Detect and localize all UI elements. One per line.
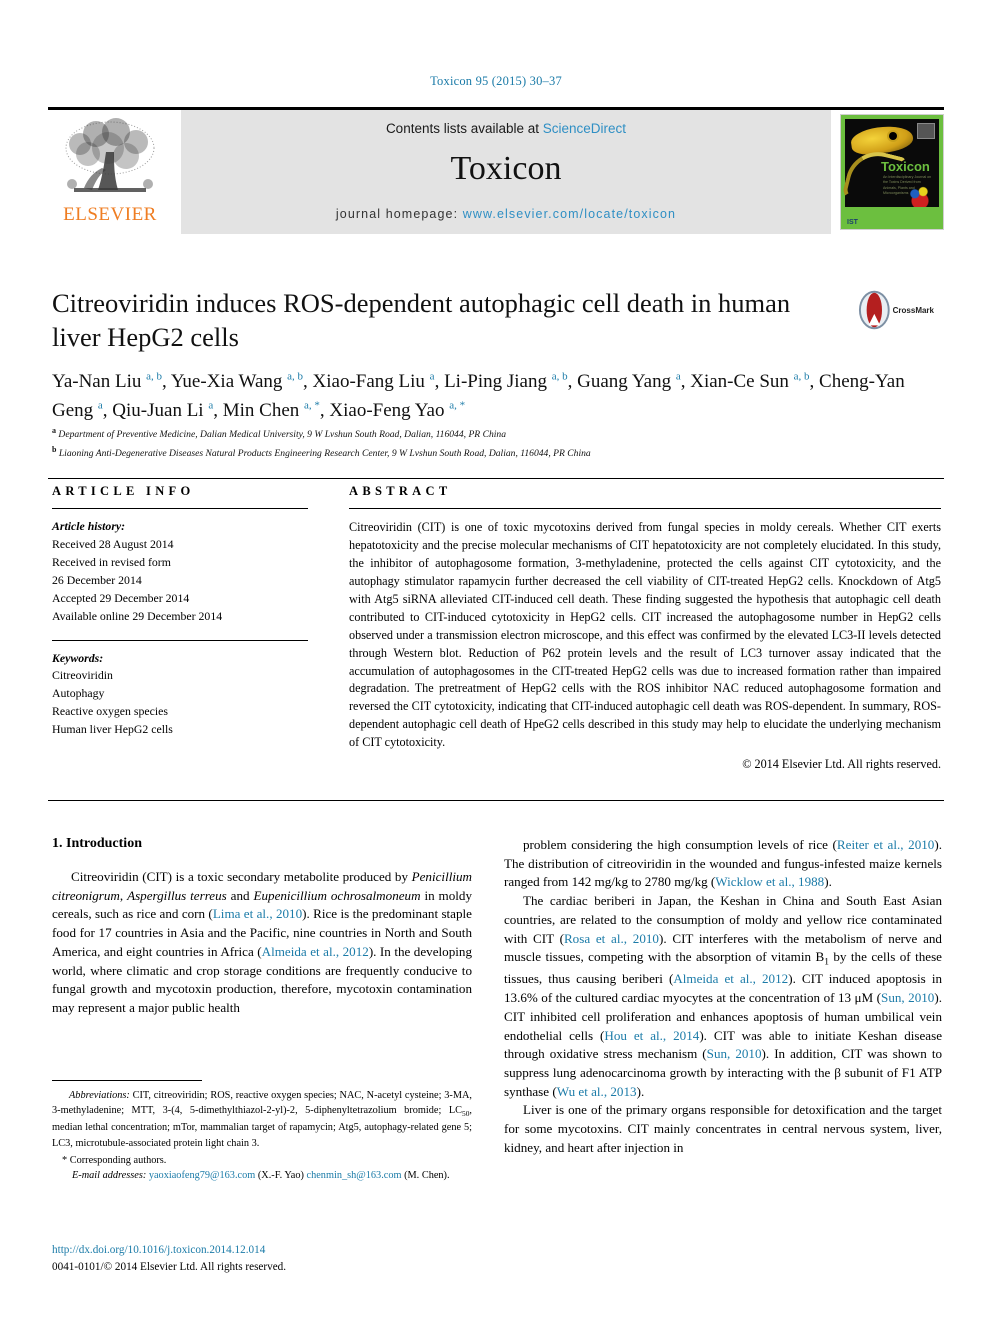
- journal-homepage-link[interactable]: www.elsevier.com/locate/toxicon: [463, 207, 676, 221]
- author-name: Ya-Nan Liu: [52, 371, 142, 392]
- corresponding-authors-note: * Corresponding authors.: [62, 1154, 167, 1166]
- history-line: Available online 29 December 2014: [52, 608, 223, 623]
- email-label: E-mail addresses:: [72, 1169, 147, 1181]
- abbreviations-note: Abbreviations: CIT, citreoviridin; ROS, …: [52, 1090, 472, 1149]
- body-section-rule: [48, 800, 944, 801]
- abstract-rule: [349, 508, 941, 509]
- history-line: Accepted 29 December 2014: [52, 590, 190, 605]
- cover-scorpion-icon: [907, 185, 933, 207]
- body-column-right: problem considering the high consumption…: [504, 836, 942, 1158]
- left-paragraphs: Citreoviridin (CIT) is a toxic secondary…: [52, 868, 472, 1018]
- body-paragraph: The cardiac beriberi in Japan, the Kesha…: [504, 893, 943, 1099]
- contents-prefix: Contents lists available at: [385, 121, 543, 136]
- email-addresses-note: E-mail addresses: yaoxiaofeng79@163.com …: [52, 1168, 472, 1183]
- info-section-rule: [48, 478, 944, 479]
- sciencedirect-link[interactable]: ScienceDirect: [543, 121, 626, 136]
- cover-footer: IST: [847, 219, 858, 226]
- running-head: Toxicon 95 (2015) 30–37: [430, 74, 562, 88]
- author-affiliation-mark: a, b: [287, 370, 304, 383]
- author-name: Min Chen: [222, 399, 300, 421]
- journal-title: Toxicon: [450, 150, 562, 187]
- abstract-copyright: © 2014 Elsevier Ltd. All rights reserved…: [742, 757, 941, 772]
- email-link[interactable]: chenmin_sh@163.com: [307, 1170, 402, 1181]
- doi-block: http://dx.doi.org/10.1016/j.toxicon.2014…: [52, 1242, 482, 1276]
- author-affiliation-mark: a, *: [449, 399, 466, 412]
- cover-badge-icon: [917, 123, 935, 139]
- doi-link[interactable]: http://dx.doi.org/10.1016/j.toxicon.2014…: [52, 1244, 265, 1256]
- author-affiliation-mark: a: [208, 399, 214, 412]
- author-name: Yue-Xia Wang: [170, 371, 283, 392]
- body-paragraph: problem considering the high consumption…: [504, 837, 942, 890]
- journal-band: Contents lists available at ScienceDirec…: [181, 110, 831, 234]
- body-paragraph: Liver is one of the primary organs respo…: [504, 1102, 942, 1155]
- issn-copyright-line: 0041-0101/© 2014 Elsevier Ltd. All right…: [52, 1260, 287, 1273]
- page-title: Citreoviridin induces ROS-dependent auto…: [52, 288, 791, 353]
- footnote-rule: [52, 1080, 202, 1081]
- author-name: Xiao-Fang Liu: [312, 371, 425, 392]
- body-column-left: 1. Introduction Citreoviridin (CIT) is a…: [52, 836, 472, 1018]
- elsevier-wordmark: ELSEVIER: [63, 204, 157, 225]
- author-affiliation-mark: a: [675, 370, 681, 383]
- keywords-block: Keywords: Citreoviridin Autophagy Reacti…: [52, 650, 308, 740]
- history-line: Received 28 August 2014: [52, 536, 174, 551]
- keyword-item: Autophagy: [52, 686, 105, 701]
- abstract-heading: ABSTRACT: [349, 484, 452, 498]
- abstract-text: Citreoviridin (CIT) is one of toxic myco…: [349, 520, 941, 750]
- affiliation-list: a Department of Preventive Medicine, Dal…: [52, 424, 912, 462]
- history-line: Received in revised form: [52, 554, 171, 569]
- crossmark-label: CrossMark: [892, 305, 934, 315]
- keyword-item: Citreoviridin: [52, 668, 113, 683]
- affiliation-item: b Liaoning Anti-Degenerative Diseases Na…: [52, 445, 591, 460]
- journal-homepage-line: journal homepage: www.elsevier.com/locat…: [336, 207, 676, 221]
- paper-page: Toxicon 95 (2015) 30–37 ELSEVIER Content…: [0, 0, 992, 1323]
- author-affiliation-mark: a, b: [146, 370, 163, 383]
- crossmark-icon: [858, 290, 890, 330]
- author-affiliation-mark: a, b: [551, 370, 568, 383]
- author-affiliation-mark: a, b: [793, 370, 810, 383]
- article-info-rule-1: [52, 508, 308, 509]
- crossmark-badge[interactable]: CrossMark: [858, 288, 934, 332]
- keywords-label: Keywords:: [52, 650, 104, 665]
- keyword-item: Reactive oxygen species: [52, 704, 168, 719]
- history-line: 26 December 2014: [52, 572, 142, 587]
- article-info-rule-2: [52, 639, 308, 641]
- affiliation-item: a Department of Preventive Medicine, Dal…: [52, 426, 507, 441]
- author-name: Xian-Ce Sun: [690, 371, 789, 392]
- author-name: Guang Yang: [577, 371, 672, 392]
- email-owner: (M. Chen).: [404, 1169, 450, 1181]
- article-info-heading: ARTICLE INFO: [52, 484, 195, 498]
- cover-snake-eye-icon: [889, 132, 897, 140]
- article-info-block: ARTICLE INFO Article history: Received 2…: [52, 484, 308, 739]
- author-name: Xiao-Feng Yao: [329, 399, 445, 421]
- contents-available-line: Contents lists available at ScienceDirec…: [386, 121, 626, 136]
- email-owner: (X.-F. Yao): [257, 1169, 304, 1181]
- section-heading-introduction: 1. Introduction: [52, 836, 142, 851]
- homepage-prefix: journal homepage:: [335, 207, 463, 221]
- footnote-block: Abbreviations: CIT, citreoviridin; ROS, …: [52, 1088, 472, 1183]
- journal-masthead: ELSEVIER Contents lists available at Sci…: [48, 107, 944, 234]
- elsevier-logo: ELSEVIER: [48, 110, 172, 234]
- author-affiliation-mark: a, *: [304, 399, 320, 412]
- author-name: Li-Ping Jiang: [444, 371, 547, 392]
- author-list: Ya-Nan Liu a, b, Yue-Xia Wang a, b, Xiao…: [52, 370, 905, 421]
- author-name: Qiu-Juan Li: [112, 399, 204, 421]
- journal-cover-image: Toxicon An Interdisciplinary Journal on …: [840, 114, 944, 230]
- keyword-item: Human liver HepG2 cells: [52, 722, 173, 737]
- email-link[interactable]: yaoxiaofeng79@163.com: [149, 1170, 255, 1181]
- body-paragraph: Citreoviridin (CIT) is a toxic secondary…: [52, 869, 473, 1016]
- right-paragraphs: problem considering the high consumption…: [504, 836, 942, 1158]
- author-affiliation-mark: a: [97, 399, 103, 412]
- article-history: Article history: Received 28 August 2014…: [52, 518, 308, 626]
- cover-title: Toxicon: [881, 159, 930, 174]
- author-affiliation-mark: a: [429, 370, 435, 383]
- abstract-block: ABSTRACT Citreoviridin (CIT) is one of t…: [349, 484, 941, 772]
- article-history-label: Article history:: [52, 519, 126, 533]
- elsevier-tree-icon: [65, 118, 155, 192]
